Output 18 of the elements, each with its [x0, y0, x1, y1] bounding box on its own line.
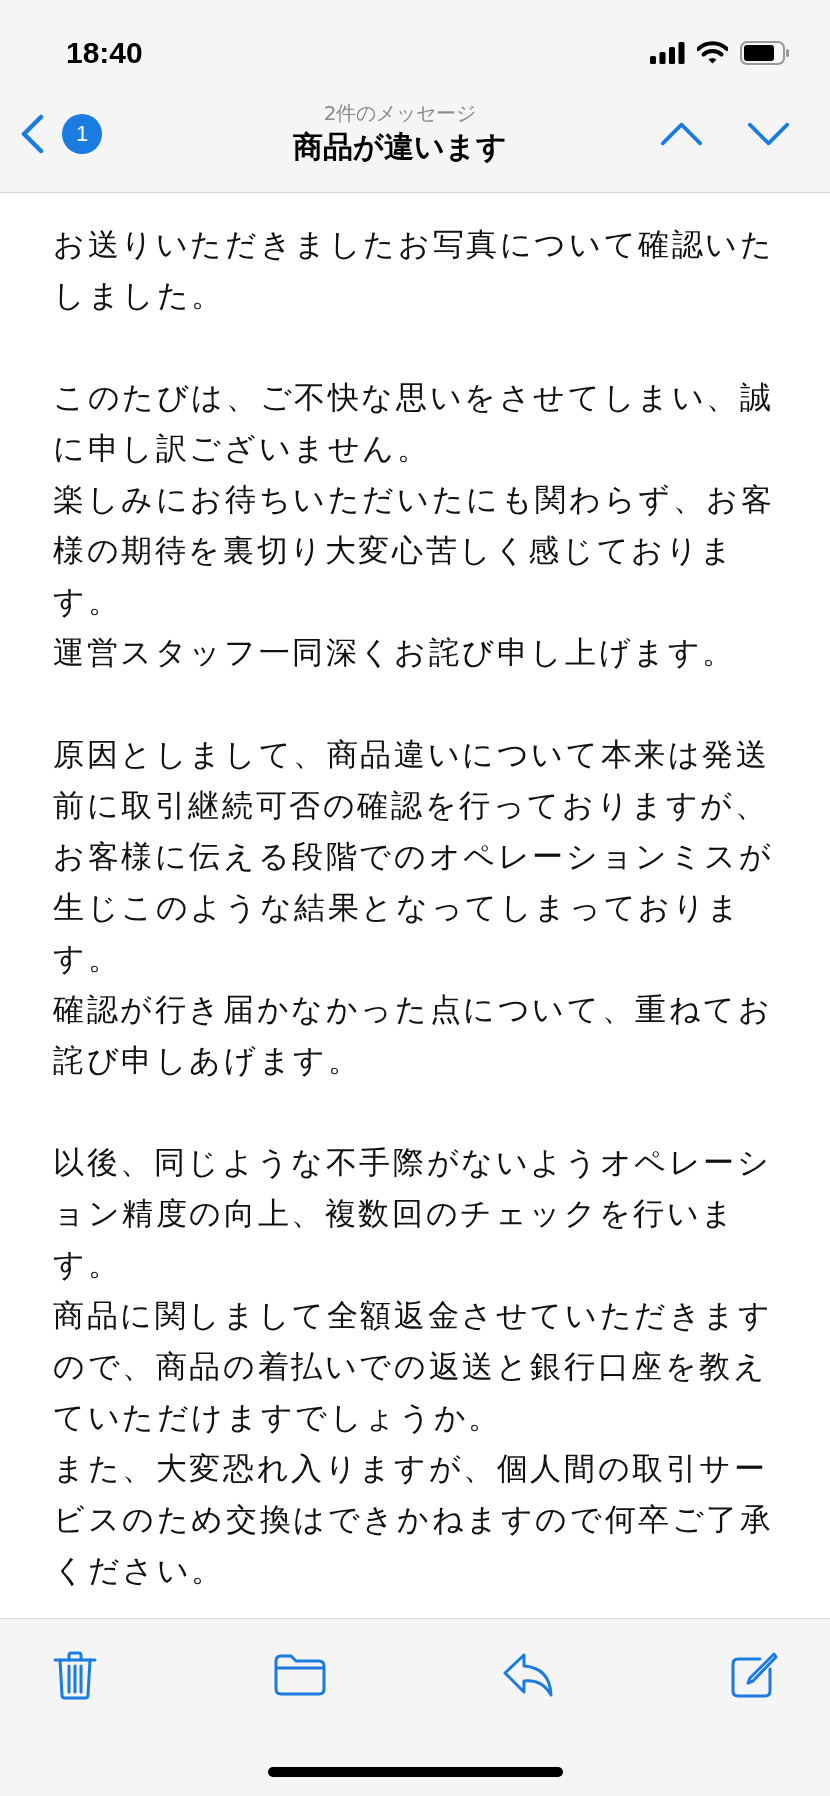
chevron-up-icon[interactable]	[660, 121, 703, 147]
back-chevron-icon[interactable]	[20, 114, 44, 154]
wifi-icon	[697, 41, 728, 64]
folder-icon[interactable]	[272, 1653, 327, 1697]
reply-icon[interactable]	[502, 1652, 555, 1698]
body-paragraph: 原因としまして、商品違いについて本来は発送 前に取引継続可否の確認を行っておりますが、 お客様に伝える段階でのオペレーションミスが 生じこのような結果となってしまっておりま す。 確認が行き届かなかった点について、重ねてお 詫び申しあげます。	[53, 735, 774, 1080]
battery-icon	[740, 40, 790, 65]
unread-count-badge: 1	[62, 114, 102, 154]
trash-icon[interactable]	[53, 1650, 97, 1700]
mail-subject: 商品が違います	[293, 128, 507, 166]
body-paragraph: お送りいただきましたお写真について確認いた しました。	[53, 225, 775, 315]
compose-icon[interactable]	[729, 1651, 778, 1699]
signal-icon	[650, 41, 685, 64]
body-paragraph: このたびは、ご不快な思いをさせてしまい、誠 に申し訳ございません。 楽しみにお待ちいただいたにも関わらず、お客 様の期待を裏切り大変心苦しく感じておりま す。 運営スタッフ一同深くお詫び申し上げます。	[53, 378, 775, 672]
message-count: 2件のメッセージ	[323, 100, 477, 127]
body-paragraph: 以後、同じような不手際がないようオペレーシ ョン精度の向上、複数回のチェックを行いま す。 商品に関しまして全額返金させていただきます ので、商品の着払いでの返送と銀行口座を教え ていただけますでしょうか。 また、大変恐れ入りますが、個人間の取引サー ビスのため交換はできかねますので何卒ご了承 ください。	[53, 1143, 774, 1590]
status-time: 18:40	[66, 35, 144, 70]
chevron-down-icon[interactable]	[747, 121, 790, 147]
